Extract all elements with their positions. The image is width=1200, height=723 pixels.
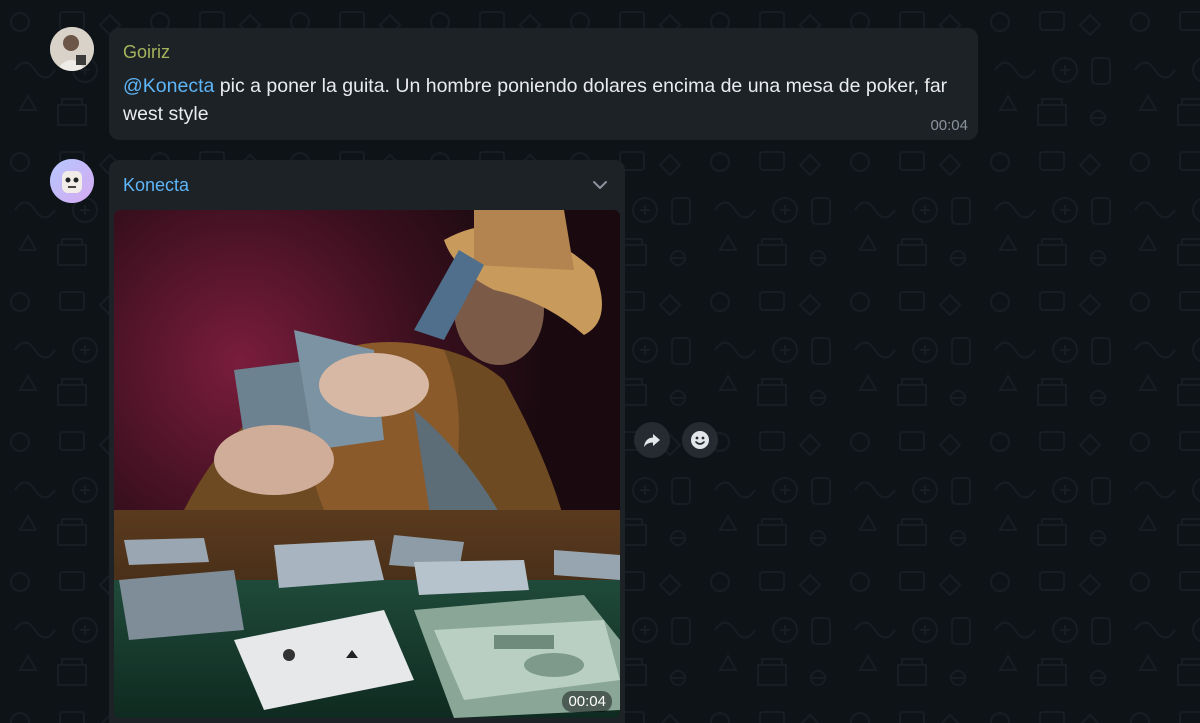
react-button[interactable] (682, 422, 718, 458)
sender-name[interactable]: Goiriz (123, 42, 170, 63)
message-text: @Konecta pic a poner la guita. Un hombre… (123, 72, 968, 128)
mention-link[interactable]: @Konecta (123, 75, 214, 97)
avatar-konecta-image (50, 159, 94, 203)
message-bubble-konecta[interactable]: Konecta 00:04 (109, 160, 625, 723)
smiley-icon (691, 431, 709, 449)
message-bubble-goiriz[interactable]: Goiriz @Konecta pic a poner la guita. Un… (109, 28, 978, 140)
avatar-konecta[interactable] (50, 159, 94, 203)
avatar-goiriz[interactable] (50, 27, 94, 71)
message-photo[interactable]: 00:04 (114, 210, 620, 718)
photo-image (114, 210, 620, 718)
photo-time: 00:04 (562, 691, 612, 712)
forward-arrow-icon (644, 434, 660, 447)
chat-area: Goiriz @Konecta pic a poner la guita. Un… (0, 0, 1200, 723)
sender-name[interactable]: Konecta (123, 175, 189, 196)
avatar-goiriz-image (50, 27, 94, 71)
forward-button[interactable] (634, 422, 670, 458)
message-time: 00:04 (930, 117, 968, 134)
message-body: pic a poner la guita. Un hombre poniendo… (123, 75, 948, 125)
message-menu-button[interactable] (589, 174, 611, 196)
chevron-down-icon (593, 181, 607, 189)
